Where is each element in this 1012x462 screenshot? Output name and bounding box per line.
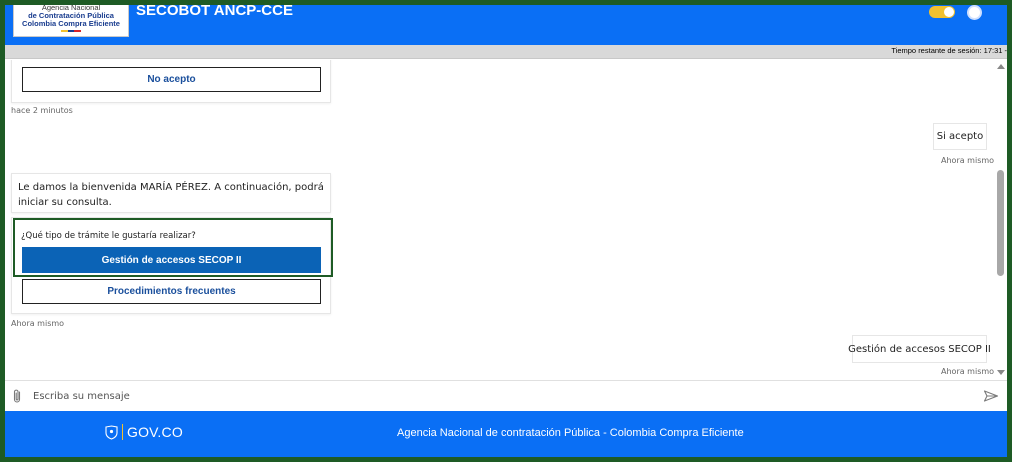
message-composer [5,380,1007,411]
header-bar: Agencia Nacional de Contratación Pública… [5,5,1007,45]
gov-separator [122,424,123,440]
colombia-shield-icon [105,424,118,440]
bot-message-card: Le damos la bienvenida MARÍA PÉREZ. A co… [11,173,331,213]
app-frame: Agencia Nacional de Contratación Pública… [0,0,1012,462]
session-bar: Tiempo restante de sesión: 17:31 - [5,45,1007,59]
gov-co-text: GOV.CO [127,424,183,440]
accessibility-icon[interactable] [967,5,982,20]
bot-title: SECOBOT ANCP-CCE [136,2,293,19]
scroll-down-icon[interactable] [997,370,1005,375]
flag-stripe-icon [61,30,82,32]
agency-logo: Agencia Nacional de Contratación Pública… [13,5,129,37]
message-timestamp: Ahora mismo [941,367,995,376]
message-timestamp: hace 2 minutos [11,106,73,115]
welcome-message: Le damos la bienvenida MARÍA PÉREZ. A co… [18,182,324,208]
footer-agency-text: Agencia Nacional de contratación Pública… [397,427,744,439]
user-message: Si acepto [933,123,987,150]
footer-bar: GOV.CO Agencia Nacional de contratación … [5,411,1007,457]
session-timer: Tiempo restante de sesión: 17:31 - [891,46,1007,55]
scroll-up-icon[interactable] [997,64,1005,69]
no-acepto-button[interactable]: No acepto [22,67,321,92]
message-timestamp: Ahora mismo [11,319,65,328]
logo-line-3: Colombia Compra Eficiente [22,19,120,28]
user-message: Gestión de accesos SECOP II [848,335,991,363]
send-icon[interactable] [983,388,999,404]
gestion-accesos-button[interactable]: Gestión de accesos SECOP II [22,247,321,273]
message-timestamp: Ahora mismo [941,156,995,165]
gov-co-logo[interactable]: GOV.CO [105,424,183,440]
toggle-switch-icon[interactable] [929,6,955,18]
paperclip-icon[interactable] [11,388,23,404]
chat-scrollbar[interactable] [995,60,1007,380]
procedimientos-frecuentes-button[interactable]: Procedimientos frecuentes [22,279,321,304]
message-input[interactable] [33,386,973,406]
scroll-thumb[interactable] [997,170,1004,276]
chat-history: No acepto hace 2 minutos Si acepto Ahora… [5,60,995,380]
question-text: ¿Qué tipo de trámite le gustaría realiza… [21,231,196,241]
